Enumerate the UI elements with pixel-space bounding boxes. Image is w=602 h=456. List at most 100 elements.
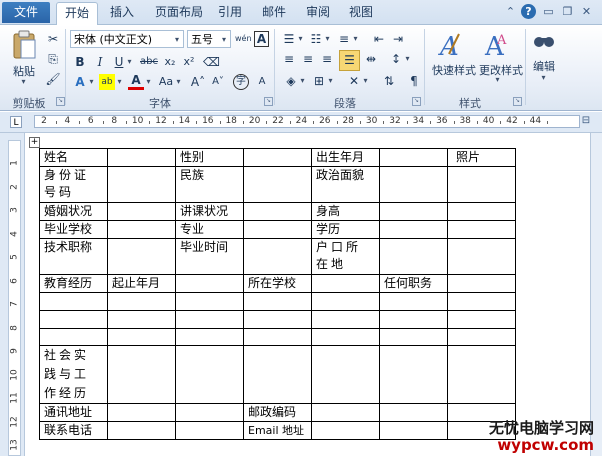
chinese-layout-dropdown-icon[interactable]: ▾ <box>362 73 369 89</box>
table-cell[interactable] <box>311 274 380 293</box>
numbering-icon[interactable]: ☷ <box>308 31 324 47</box>
change-case-dropdown-icon[interactable]: ▾ <box>175 74 182 90</box>
shading-dropdown-icon[interactable]: ▾ <box>299 73 306 89</box>
tab-references[interactable]: 引用 <box>212 2 248 23</box>
table-cell[interactable] <box>243 310 312 329</box>
table-cell[interactable] <box>243 292 312 311</box>
italic-icon[interactable]: I <box>92 54 108 70</box>
tab-view[interactable]: 视图 <box>343 2 379 23</box>
window-restore-icon[interactable]: ❐ <box>560 4 575 19</box>
table-cell[interactable] <box>107 310 176 329</box>
bold-icon[interactable]: B <box>72 54 88 70</box>
borders-dropdown-icon[interactable]: ▾ <box>327 73 334 89</box>
table-cell[interactable] <box>243 328 312 346</box>
title-value-cell[interactable] <box>107 238 176 275</box>
cut-icon[interactable]: ✂ <box>45 31 61 47</box>
school-value-cell[interactable] <box>107 220 176 239</box>
table-cell[interactable] <box>311 310 380 329</box>
table-cell[interactable] <box>379 328 448 346</box>
align-center-icon[interactable]: ≡ <box>300 51 316 67</box>
id-number-value-cell[interactable] <box>107 166 176 203</box>
tab-home[interactable]: 开始 <box>56 2 98 25</box>
phone-value-cell[interactable] <box>107 421 176 440</box>
paste-icon[interactable] <box>10 30 38 60</box>
table-cell[interactable] <box>175 345 244 404</box>
font-name-select[interactable]: 宋体 (中文正文) ▾ <box>70 30 184 48</box>
table-cell[interactable] <box>379 292 448 311</box>
underline-icon[interactable]: U <box>111 54 127 70</box>
binoculars-icon[interactable] <box>533 30 555 52</box>
format-painter-icon[interactable]: 🖌 <box>45 71 61 87</box>
strikethrough-icon[interactable]: abc <box>139 54 159 70</box>
font-size-select[interactable]: 五号 ▾ <box>187 30 231 48</box>
window-minimize-icon[interactable]: ▭ <box>541 4 556 19</box>
gender-value-cell[interactable] <box>243 148 312 167</box>
major-value-cell[interactable] <box>243 220 312 239</box>
politics-value-cell[interactable] <box>379 166 448 203</box>
table-cell[interactable] <box>379 345 448 404</box>
photo-cell[interactable] <box>447 238 516 275</box>
character-shading-icon[interactable]: A <box>254 74 270 90</box>
text-effects-dropdown-icon[interactable]: ▾ <box>88 74 95 90</box>
change-styles-icon[interactable]: AA <box>483 30 513 62</box>
table-cell[interactable] <box>107 328 176 346</box>
change-styles-dropdown-icon[interactable]: ▾ <box>494 72 501 88</box>
height-value-cell[interactable] <box>379 202 448 221</box>
justify-icon[interactable]: ☰ <box>339 50 360 71</box>
show-marks-icon[interactable]: ¶ <box>406 73 422 89</box>
clear-formatting-icon[interactable]: ⌫ <box>203 54 220 70</box>
photo-cell[interactable] <box>447 220 516 239</box>
highlight-icon[interactable]: ab <box>99 74 115 90</box>
photo-cell[interactable] <box>447 166 516 203</box>
line-spacing-dropdown-icon[interactable]: ▾ <box>404 51 411 67</box>
table-cell[interactable] <box>447 310 516 329</box>
quick-styles-icon[interactable]: A <box>437 30 467 62</box>
styles-launcher-icon[interactable]: ↘ <box>513 97 522 106</box>
tab-file[interactable]: 文件 <box>2 2 50 23</box>
borders-icon[interactable]: ⊞ <box>311 73 327 89</box>
table-cell[interactable] <box>39 328 108 346</box>
align-right-icon[interactable]: ≡ <box>319 51 335 67</box>
change-styles-button[interactable]: 更改样式 <box>476 62 526 78</box>
bullets-dropdown-icon[interactable]: ▾ <box>297 31 304 47</box>
tab-page-layout[interactable]: 页面布局 <box>148 2 210 23</box>
shading-icon[interactable]: ◈ <box>283 73 299 89</box>
chinese-layout-icon[interactable]: ✕ <box>346 73 362 89</box>
text-effects-icon[interactable]: A <box>72 74 88 90</box>
table-cell[interactable] <box>379 403 448 422</box>
table-cell[interactable] <box>175 328 244 346</box>
table-cell[interactable] <box>447 274 516 293</box>
font-launcher-icon[interactable]: ↘ <box>264 97 273 106</box>
tab-selector-icon[interactable]: L <box>10 116 22 128</box>
line-spacing-icon[interactable]: ↕ <box>388 51 404 67</box>
distributed-icon[interactable]: ⇹ <box>363 51 379 67</box>
character-border-icon[interactable]: A <box>254 31 269 47</box>
bullets-icon[interactable]: ☰ <box>281 31 297 47</box>
table-cell[interactable] <box>175 310 244 329</box>
table-cell[interactable] <box>175 421 244 440</box>
window-close-icon[interactable]: ✕ <box>579 4 594 19</box>
table-cell[interactable] <box>175 403 244 422</box>
table-cell[interactable] <box>379 310 448 329</box>
table-cell[interactable] <box>311 345 380 404</box>
name-value-cell[interactable] <box>107 148 176 167</box>
change-case-icon[interactable]: Aa <box>157 74 175 90</box>
table-cell[interactable] <box>39 292 108 311</box>
ethnicity-value-cell[interactable] <box>243 166 312 203</box>
multilevel-list-dropdown-icon[interactable]: ▾ <box>352 31 359 47</box>
marital-value-cell[interactable] <box>107 202 176 221</box>
view-ruler-icon[interactable]: ⊟ <box>579 114 593 128</box>
tab-review[interactable]: 审阅 <box>300 2 336 23</box>
copy-icon[interactable]: ⎘ <box>45 51 61 67</box>
multilevel-list-icon[interactable]: ≡ <box>336 31 352 47</box>
editing-dropdown-icon[interactable]: ▾ <box>540 70 547 86</box>
table-cell[interactable] <box>107 345 176 404</box>
table-cell[interactable] <box>311 292 380 311</box>
paragraph-launcher-icon[interactable]: ↘ <box>412 97 421 106</box>
enclose-characters-icon[interactable]: 字 <box>233 74 249 90</box>
table-move-handle-icon[interactable]: + <box>29 137 40 148</box>
grow-font-icon[interactable]: A˄ <box>190 74 206 90</box>
align-left-icon[interactable]: ≡ <box>281 51 297 67</box>
underline-dropdown-icon[interactable]: ▾ <box>126 54 133 70</box>
subscript-icon[interactable]: x₂ <box>162 54 178 70</box>
